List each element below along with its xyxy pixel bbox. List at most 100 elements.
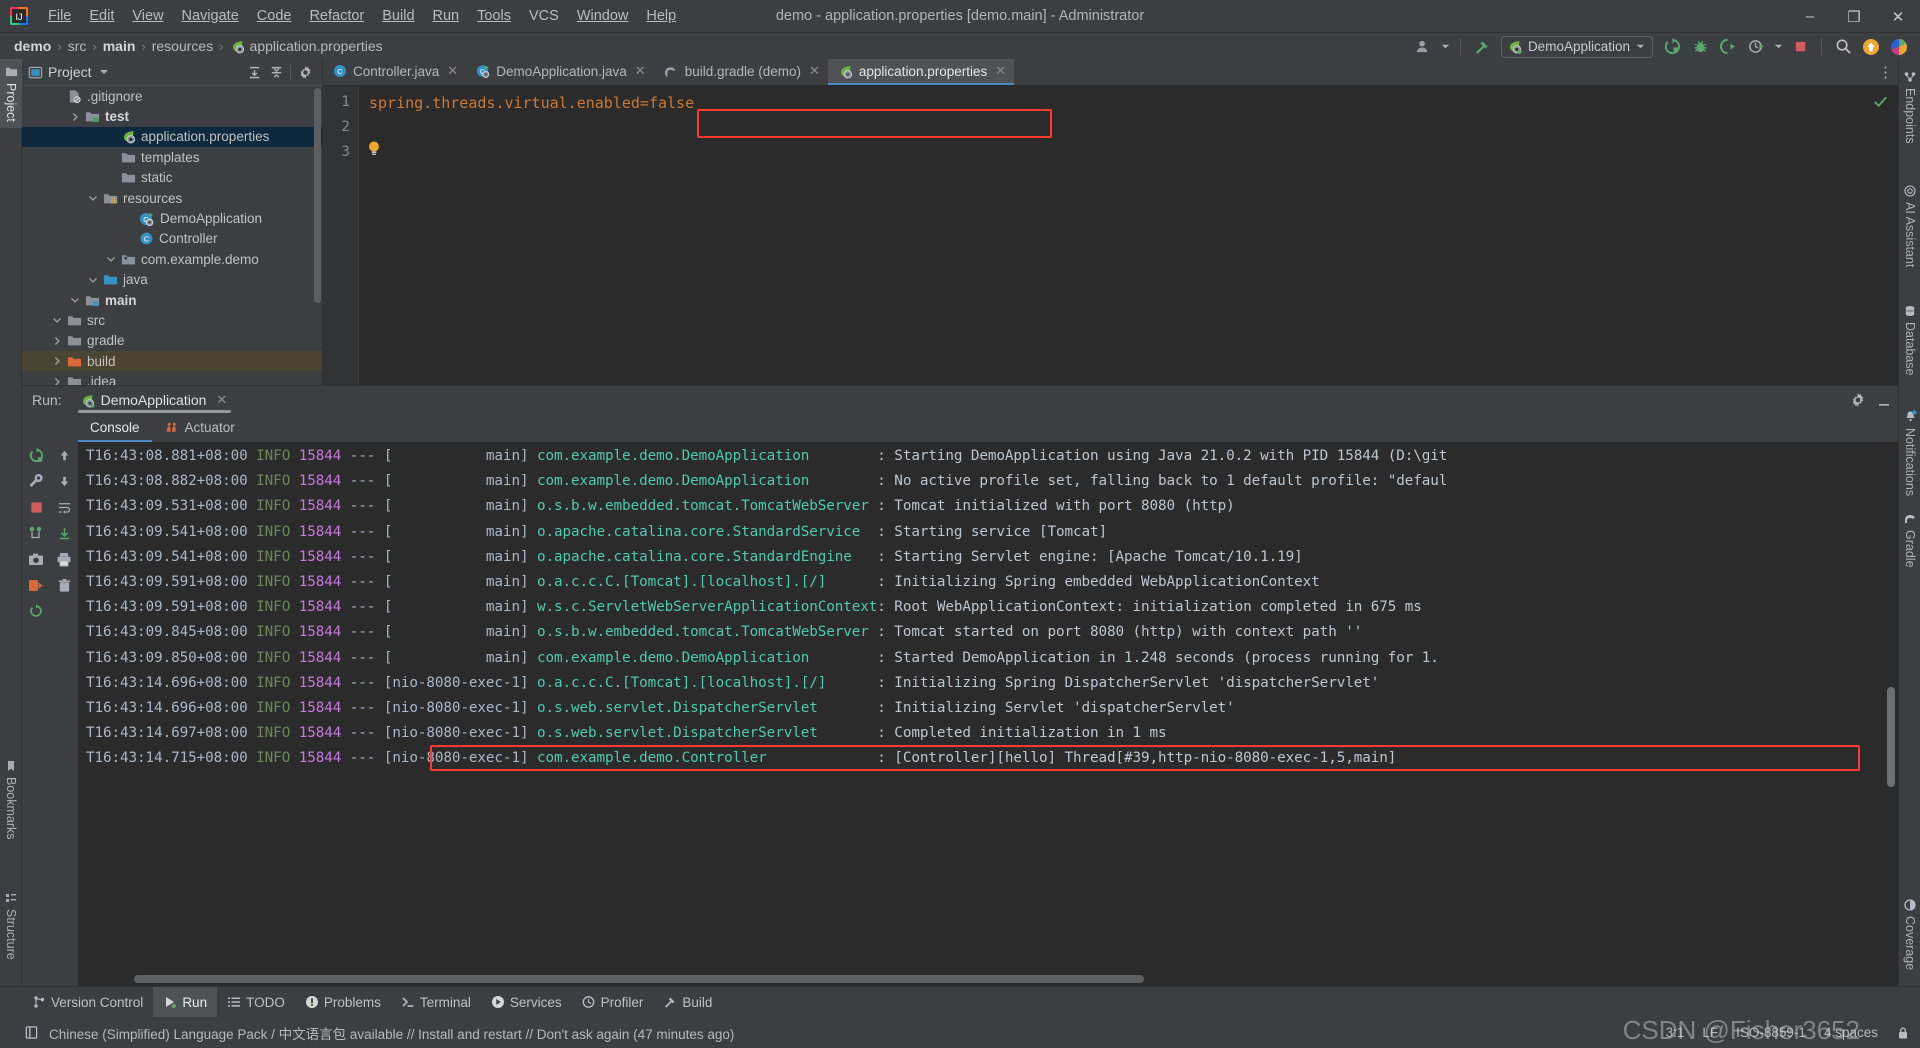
toolwindow-services[interactable]: Services — [481, 987, 572, 1018]
maximize-button[interactable]: ❐ — [1832, 0, 1876, 33]
more-vertical-icon[interactable]: ⋮ — [1874, 59, 1898, 85]
tree-item-java[interactable]: java — [22, 270, 322, 290]
close-button[interactable]: ✕ — [1876, 0, 1920, 33]
intention-bulb-icon[interactable] — [367, 140, 381, 157]
rerun-green-icon[interactable] — [22, 442, 50, 468]
toolwindow-todo[interactable]: TODO — [217, 987, 295, 1018]
menu-code[interactable]: Code — [248, 6, 301, 26]
scroll-to-end-icon[interactable] — [50, 520, 78, 546]
breadcrumb-item-src[interactable]: src — [68, 38, 87, 54]
tree-item-gitignore[interactable]: .gitignore — [22, 86, 322, 106]
notification-plugin-icon[interactable] — [24, 1025, 39, 1040]
menu-run[interactable]: Run — [424, 6, 469, 26]
soft-wrap-icon[interactable] — [50, 494, 78, 520]
menu-edit[interactable]: Edit — [80, 6, 123, 26]
tree-item-src[interactable]: src — [22, 310, 322, 330]
toolwindow-version-control[interactable]: Version Control — [22, 987, 153, 1018]
chevron-right-icon[interactable] — [50, 377, 64, 385]
close-icon[interactable]: ✕ — [809, 63, 820, 79]
thread-dump-icon[interactable] — [22, 520, 50, 546]
console-output[interactable]: T16:43:14.715+08:00 INFO 15844 --- [nio-… — [78, 442, 1898, 986]
chevron-right-icon[interactable] — [50, 356, 64, 366]
tree-item-com-example-demo[interactable]: com.example.demo — [22, 249, 322, 269]
chevron-down-icon[interactable] — [104, 254, 118, 264]
chevron-right-icon[interactable] — [68, 112, 82, 122]
breadcrumb-item-main[interactable]: main — [103, 38, 136, 54]
toolwindow-run[interactable]: Run — [153, 986, 218, 1018]
menu-tools[interactable]: Tools — [468, 6, 520, 26]
file-encoding[interactable]: ISO-8859-1 — [1736, 1025, 1806, 1040]
menu-file[interactable]: File — [39, 6, 80, 26]
stop-square-icon[interactable] — [1787, 35, 1813, 59]
run-configuration-selector[interactable]: DemoApplication — [1500, 35, 1653, 58]
build-hammer-icon[interactable] — [1469, 35, 1495, 59]
minimize-button[interactable]: – — [1788, 0, 1832, 33]
tree-item-test[interactable]: test — [22, 106, 322, 126]
user-account-icon[interactable] — [1411, 35, 1437, 59]
tree-item-build[interactable]: build — [22, 351, 322, 372]
close-icon[interactable]: ✕ — [216, 392, 227, 408]
sidebar-item-endpoints[interactable]: Endpoints — [1899, 65, 1920, 150]
line-separator[interactable]: LF — [1702, 1025, 1718, 1040]
chevron-down-icon[interactable] — [1636, 42, 1645, 51]
toolwindow-problems[interactable]: Problems — [295, 987, 391, 1018]
close-icon[interactable]: ✕ — [995, 63, 1006, 79]
tab-demoapplication-java[interactable]: C DemoApplication.java ✕ — [466, 59, 653, 85]
tab-controller-java[interactable]: C Controller.java ✕ — [323, 59, 466, 85]
sidebar-item-project[interactable]: Project — [0, 59, 22, 128]
chevron-down-icon[interactable] — [68, 295, 82, 305]
code-editor[interactable]: 1 2 3 spring.threads.virtual.enabled=fal… — [323, 86, 1898, 385]
breadcrumb-item-application-properties[interactable]: application.properties — [250, 38, 383, 54]
toolwindow-terminal[interactable]: Terminal — [391, 987, 481, 1018]
tree-item-templates[interactable]: templates — [22, 147, 322, 167]
tab-actuator[interactable]: Actuator — [152, 414, 247, 442]
menu-refactor[interactable]: Refactor — [300, 6, 373, 26]
run-tab-demoapplication[interactable]: DemoApplication ✕ — [76, 386, 234, 414]
tree-item-idea[interactable]: .idea — [22, 371, 322, 385]
breadcrumb-item-resources[interactable]: resources — [152, 38, 213, 54]
inspection-ok-check-icon[interactable] — [1873, 94, 1888, 109]
tab-console[interactable]: Console — [78, 414, 152, 442]
print-icon[interactable] — [50, 546, 78, 572]
sidebar-item-database[interactable]: Database — [1899, 299, 1920, 382]
tree-item-static[interactable]: static — [22, 168, 322, 188]
tree-item-application-properties[interactable]: application.properties — [22, 126, 322, 148]
tree-item-gradle[interactable]: gradle — [22, 331, 322, 351]
status-message[interactable]: Chinese (Simplified) Language Pack / 中文语… — [49, 1023, 734, 1043]
breadcrumb-item-demo[interactable]: demo — [14, 38, 51, 54]
menu-help[interactable]: Help — [637, 6, 685, 26]
chevron-down-icon[interactable] — [99, 67, 109, 77]
tree-item-controller[interactable]: C Controller — [22, 229, 322, 249]
console-horizontal-scrollbar[interactable] — [134, 975, 1144, 983]
chevron-down-icon[interactable] — [86, 275, 100, 285]
arrow-down-icon[interactable] — [50, 468, 78, 494]
arrow-up-icon[interactable] — [50, 442, 78, 468]
sidebar-item-coverage[interactable]: Coverage — [1899, 893, 1920, 976]
export-icon[interactable] — [22, 572, 50, 598]
sidebar-item-structure[interactable]: Structure — [0, 886, 22, 966]
gear-icon[interactable] — [1850, 392, 1866, 408]
menu-window[interactable]: Window — [568, 6, 638, 26]
trash-icon[interactable] — [50, 572, 78, 598]
camera-icon[interactable] — [22, 546, 50, 572]
close-icon[interactable]: ✕ — [447, 63, 458, 79]
menu-build[interactable]: Build — [373, 6, 423, 26]
lock-icon[interactable] — [1896, 1026, 1910, 1040]
ai-assistant-icon[interactable] — [1886, 35, 1912, 59]
tab-build-gradle[interactable]: build.gradle (demo) ✕ — [654, 59, 828, 85]
minimize-icon[interactable] — [1876, 392, 1892, 408]
menu-view[interactable]: View — [123, 6, 172, 26]
editor-gutter[interactable]: 1 2 3 — [323, 86, 359, 385]
gear-icon[interactable] — [294, 61, 316, 83]
tree-scrollbar[interactable] — [314, 88, 321, 303]
sidebar-item-gradle[interactable]: Gradle — [1899, 507, 1920, 574]
toolwindow-build[interactable]: Build — [653, 987, 722, 1018]
search-icon[interactable] — [1830, 35, 1856, 59]
menu-navigate[interactable]: Navigate — [173, 6, 248, 26]
caret-position[interactable]: 3:1 — [1666, 1025, 1685, 1040]
chevron-down-icon[interactable] — [1771, 35, 1785, 59]
tree-item-demoapplication[interactable]: C DemoApplication — [22, 208, 322, 228]
sidebar-item-notifications[interactable]: Notifications — [1899, 404, 1920, 502]
update-arrow-icon[interactable] — [1858, 35, 1884, 59]
tree-item-main[interactable]: main — [22, 290, 322, 310]
